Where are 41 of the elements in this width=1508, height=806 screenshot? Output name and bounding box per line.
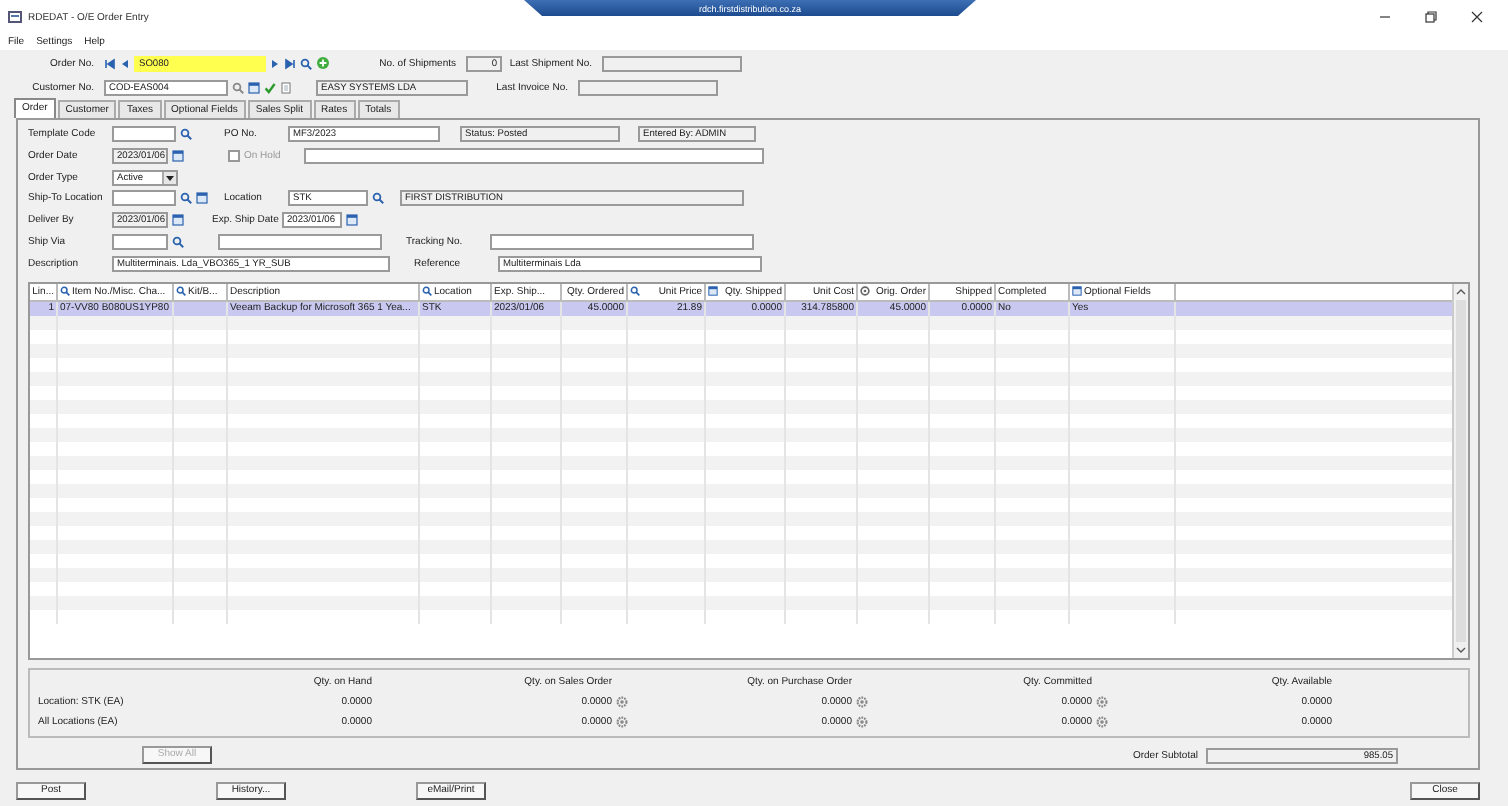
new-document-icon[interactable]	[316, 56, 330, 70]
restore-icon[interactable]	[1424, 10, 1438, 24]
dropdown-caret-icon[interactable]	[166, 175, 174, 182]
first-record-icon[interactable]	[104, 57, 116, 69]
last-shipment-field	[602, 55, 742, 71]
previous-record-icon[interactable]	[120, 57, 130, 69]
vertical-scrollbar[interactable]	[1452, 283, 1468, 658]
template-code-field[interactable]	[112, 126, 176, 142]
calendar-icon[interactable]	[1072, 286, 1082, 297]
calendar-icon[interactable]	[708, 286, 718, 297]
search-icon[interactable]	[422, 286, 432, 297]
search-icon[interactable]	[180, 128, 192, 140]
search-icon[interactable]	[60, 286, 70, 297]
tracking-number-field[interactable]	[490, 233, 754, 250]
last-invoice-field	[578, 79, 718, 95]
next-record-icon[interactable]	[270, 57, 280, 69]
search-icon[interactable]	[232, 81, 244, 93]
app-icon	[8, 10, 22, 24]
document-icon[interactable]	[280, 81, 292, 93]
search-icon[interactable]	[176, 286, 186, 297]
scroll-up-icon[interactable]	[1456, 287, 1466, 296]
checkmark-icon[interactable]	[264, 81, 276, 93]
calendar-icon[interactable]	[248, 81, 260, 93]
search-icon[interactable]	[372, 192, 384, 205]
scroll-down-icon[interactable]	[1456, 645, 1466, 654]
calendar-icon[interactable]	[172, 214, 184, 227]
search-icon[interactable]	[630, 286, 640, 297]
calendar-icon[interactable]	[196, 192, 208, 205]
search-icon[interactable]	[172, 235, 184, 248]
search-icon[interactable]	[300, 57, 312, 69]
last-record-icon[interactable]	[284, 57, 296, 69]
calendar-icon[interactable]	[346, 214, 358, 227]
hold-reason-field[interactable]	[304, 147, 764, 164]
close-icon[interactable]	[1470, 10, 1484, 24]
ship-via-field[interactable]	[112, 233, 168, 250]
gear-icon[interactable]	[860, 286, 870, 297]
calendar-icon[interactable]	[172, 149, 184, 162]
ship-to-location-field[interactable]	[112, 190, 176, 207]
minimize-icon[interactable]	[1378, 10, 1392, 24]
ship-via-name-field[interactable]	[218, 233, 382, 250]
search-icon[interactable]	[180, 192, 192, 205]
